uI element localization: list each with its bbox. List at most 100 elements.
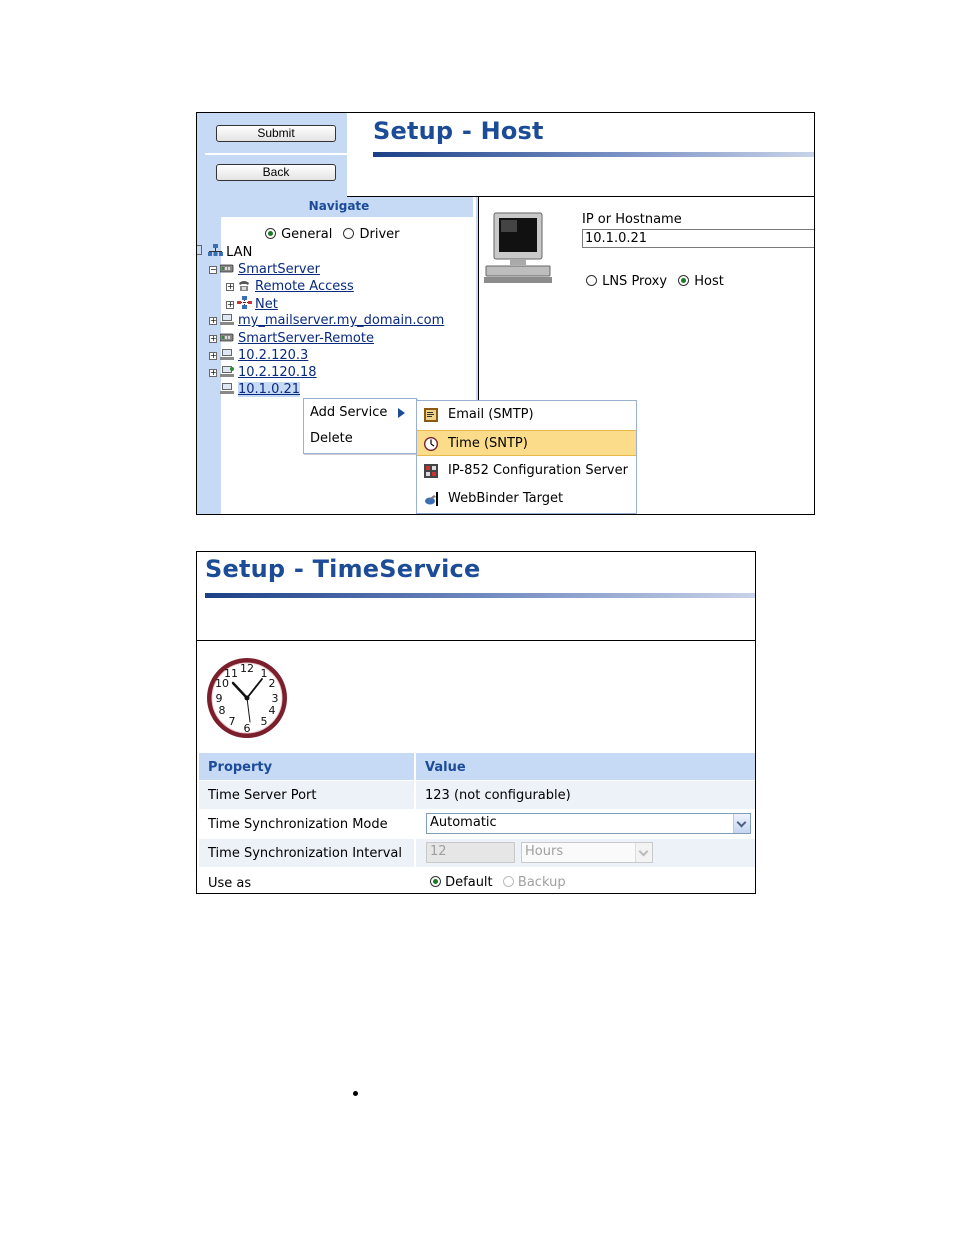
expand-toggle[interactable]: +: [209, 352, 217, 360]
ip-hostname-label: IP or Hostname: [582, 212, 682, 227]
tree-item-smartserver-remote[interactable]: + SmartServer-Remote: [209, 331, 374, 346]
computer-icon: [220, 349, 234, 360]
sync-mode-select[interactable]: Automatic: [426, 813, 751, 834]
computer-icon: [220, 314, 234, 325]
sync-interval-input: 12: [426, 842, 515, 863]
config-server-icon: [424, 464, 438, 478]
chevron-down-icon: [733, 814, 750, 833]
button-panel: Submit Back: [205, 113, 347, 197]
tree-root-lan[interactable]: LAN: [197, 244, 252, 260]
host-radio-label: Host: [694, 274, 724, 289]
add-service-submenu: Email (SMTP) Time (SNTP) IP-852 Configur…: [416, 400, 637, 514]
driver-radio-label: Driver: [359, 227, 400, 242]
expand-toggle[interactable]: +: [209, 369, 217, 377]
expand-toggle[interactable]: +: [209, 335, 217, 343]
expand-toggle[interactable]: +: [226, 283, 234, 291]
svg-text:7: 7: [229, 715, 236, 728]
host-computer-icon: [484, 212, 552, 283]
default-radio-label: Default: [445, 875, 493, 890]
svg-text:11: 11: [224, 667, 238, 680]
tree-item-10-2-120-18[interactable]: +10.2.120.18: [209, 365, 317, 380]
ip-hostname-input[interactable]: 10.1.0.21: [582, 229, 814, 248]
svg-text:1: 1: [261, 667, 268, 680]
backup-radio: [502, 876, 514, 887]
driver-radio[interactable]: [343, 228, 355, 239]
collapse-toggle[interactable]: −: [209, 266, 217, 274]
chevron-down-icon: [635, 843, 652, 862]
computer-icon: [220, 383, 234, 394]
property-column-header: Property: [208, 760, 273, 775]
time-sntp-menu-item[interactable]: Time (SNTP): [417, 430, 636, 456]
page-title: Setup - TimeService: [205, 555, 481, 583]
tree-item-10-2-120-3[interactable]: +10.2.120.3: [209, 348, 308, 363]
email-icon: [424, 408, 438, 422]
svg-text:4: 4: [269, 704, 276, 717]
property-cell: Time Synchronization Mode: [208, 817, 388, 832]
svg-text:9: 9: [216, 692, 223, 705]
property-cell: Time Synchronization Interval: [208, 846, 402, 861]
view-mode-radios: General Driver: [265, 223, 400, 242]
svg-text:5: 5: [261, 715, 268, 728]
svg-text:2: 2: [269, 677, 276, 690]
property-cell: Time Server Port: [208, 788, 317, 803]
svg-text:12: 12: [240, 662, 254, 675]
value-cell: 123 (not configurable): [425, 788, 571, 803]
email-smtp-menu-item[interactable]: Email (SMTP): [417, 402, 636, 428]
delete-menu-item[interactable]: Delete: [310, 431, 353, 446]
title-rule: [205, 593, 755, 598]
smartserver-icon: [220, 264, 234, 273]
back-button[interactable]: Back: [216, 164, 336, 181]
lns-proxy-radio-label: LNS Proxy: [602, 274, 668, 289]
clock-icon: 12 1 2 3 4 5 6 7 8 9 10 11: [207, 658, 287, 738]
telephone-icon: [239, 281, 249, 291]
submit-button[interactable]: Submit: [216, 125, 336, 142]
setup-host-screenshot: Submit Back Setup - Host Navigate Genera…: [196, 112, 815, 515]
context-menu: Add Service Delete: [303, 398, 417, 454]
ip-852-config-server-menu-item[interactable]: IP-852 Configuration Server: [417, 458, 636, 484]
table-header: Property Value: [199, 753, 755, 780]
webbinder-icon: [425, 492, 438, 506]
page-title: Setup - Host: [373, 117, 544, 145]
lns-proxy-radio[interactable]: [586, 275, 597, 286]
network-icon: [237, 296, 252, 309]
tree-item-mailserver[interactable]: + my_mailserver.my_domain.com: [209, 313, 444, 328]
title-rule: [373, 152, 814, 157]
table-row: Time Server Port 123 (not configurable): [199, 781, 755, 809]
add-service-menu-item[interactable]: Add Service: [310, 405, 387, 420]
value-column-header: Value: [425, 760, 466, 775]
property-cell: Use as: [208, 876, 252, 891]
navigate-header: Navigate: [205, 197, 473, 217]
table-row: Use as Default Backup: [199, 868, 755, 893]
tree-item-net[interactable]: + Net: [226, 296, 278, 312]
svg-text:6: 6: [244, 722, 251, 735]
expand-toggle[interactable]: +: [226, 301, 234, 309]
setup-timeservice-screenshot: Setup - TimeService 12 1 2 3 4 5 6 7 8 9…: [196, 551, 756, 894]
submenu-arrow-icon: [398, 408, 405, 418]
expand-toggle[interactable]: +: [209, 317, 217, 325]
smartserver-icon: [220, 333, 234, 342]
host-radio[interactable]: [678, 275, 690, 286]
tree-item-label[interactable]: Remote Access: [255, 279, 354, 294]
tree-item-label[interactable]: 10.2.120.3: [238, 348, 308, 363]
tree-item-label[interactable]: SmartServer-Remote: [238, 331, 374, 346]
tree-item-smartserver[interactable]: − SmartServer: [209, 262, 320, 277]
svg-text:8: 8: [219, 704, 226, 717]
default-radio[interactable]: [430, 876, 441, 887]
tree-item-remote-access[interactable]: + Remote Access: [226, 279, 354, 294]
tree-item-10-1-0-21[interactable]: 10.1.0.21: [220, 382, 301, 397]
table-row: Time Synchronization Interval 12 Hours: [199, 839, 755, 867]
tree-item-label[interactable]: SmartServer: [238, 262, 320, 277]
backup-radio-label: Backup: [517, 875, 566, 890]
use-as-radios: Default Backup: [430, 875, 566, 890]
table-row: Time Synchronization Mode Automatic: [199, 810, 755, 838]
tree-root-label: LAN: [226, 245, 253, 260]
computer-icon: [220, 366, 234, 377]
general-radio[interactable]: [265, 228, 276, 239]
tree-item-label[interactable]: Net: [255, 297, 278, 312]
tree-item-label[interactable]: 10.2.120.18: [238, 365, 317, 380]
webbinder-target-menu-item[interactable]: WebBinder Target: [417, 486, 636, 512]
tree-item-label-selected[interactable]: 10.1.0.21: [238, 382, 301, 397]
tree-item-label[interactable]: my_mailserver.my_domain.com: [238, 313, 444, 328]
lan-icon: [208, 244, 224, 256]
host-mode-radios: LNS Proxy Host: [586, 270, 724, 289]
